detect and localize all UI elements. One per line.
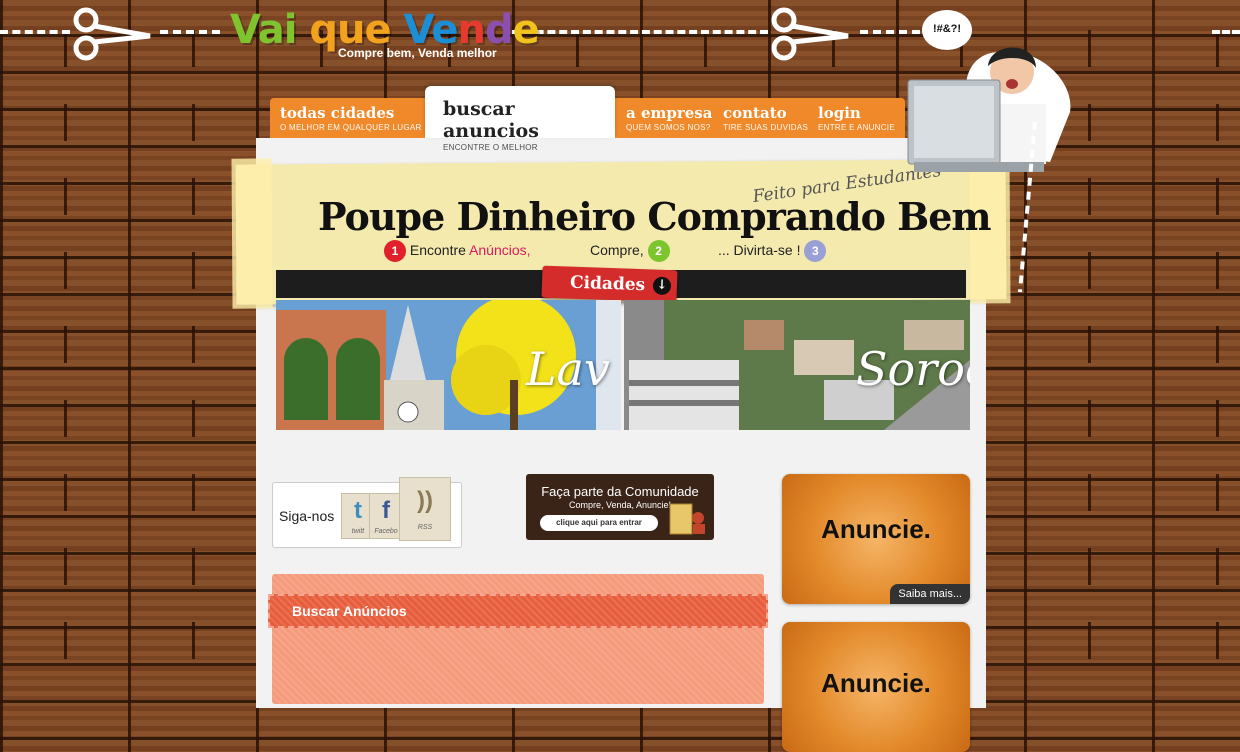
tab-sublabel: o melhor em qualquer lugar	[280, 123, 422, 132]
search-ads-header: Buscar Anúncios	[268, 594, 768, 628]
cut-line-edge	[1212, 30, 1240, 34]
tab-label: a empresa	[626, 104, 713, 122]
site-tagline: Compre bem, Venda melhor	[338, 46, 497, 60]
community-title: Faça parte da Comunidade	[541, 484, 699, 499]
tab-label: buscar anuncios	[443, 98, 539, 142]
step-number: 2	[647, 240, 670, 262]
ad-text: Anuncie.	[821, 514, 931, 544]
step-1: 1 Encontre Anúncios,	[384, 240, 531, 262]
ad-slot[interactable]: Anuncie.	[782, 622, 970, 752]
city-name-2: Soroc	[856, 342, 970, 396]
tab-sublabel: encontre o melhor	[443, 143, 538, 152]
cut-line-right	[512, 30, 768, 34]
frustrated-girl-illustration	[907, 47, 1071, 293]
step-text: ... Divirta-se !	[718, 242, 801, 258]
saiba-mais-button[interactable]: Saiba mais...	[890, 584, 970, 604]
step-number: 3	[804, 240, 827, 262]
step-number: 1	[384, 240, 406, 262]
facebook-caption: Facebo	[374, 528, 398, 535]
rss-button[interactable]: )) RSS	[399, 477, 451, 541]
step-3: ... Divirta-se ! 3	[718, 240, 827, 262]
logo-letter: Vai	[230, 7, 310, 53]
banner-headline: Poupe Dinheiro Comprando Bem	[318, 194, 992, 239]
step-highlight: Anúncios,	[469, 242, 531, 258]
scissors-icon	[73, 7, 151, 61]
city-photo-strip[interactable]: Lav Soroc	[276, 300, 970, 430]
cut-line-left	[0, 30, 70, 34]
cidades-label: Cidades	[569, 272, 646, 296]
rss-icon: ))	[417, 487, 433, 514]
tab-label: todas cidades	[280, 104, 395, 122]
community-banner[interactable]: Faça parte da Comunidade Compre, Venda, …	[526, 474, 714, 540]
step-text: Encontre	[409, 242, 470, 258]
tape-left	[231, 158, 273, 309]
tab-label: contato	[723, 104, 787, 122]
search-ads-title: Buscar Anúncios	[292, 603, 407, 619]
logo-letter: e	[512, 7, 540, 53]
city-name-1: Lav	[526, 342, 610, 396]
tab-sublabel: quem somos nos?	[626, 123, 711, 132]
facebook-icon: f	[382, 497, 390, 524]
facebook-button[interactable]: f Facebo	[369, 493, 403, 539]
tab-sublabel: entre e anuncie	[818, 123, 895, 132]
tab-buscar-anuncios[interactable]: buscar anuncios encontre o melhor	[425, 86, 615, 152]
cidades-button[interactable]: Cidades ↓	[541, 265, 678, 303]
social-follow-box: Siga-nos t twitt f Facebo )) RSS	[272, 477, 462, 548]
social-label: Siga-nos	[279, 508, 335, 524]
tab-contato[interactable]: contato tire suas duvidas	[723, 98, 818, 138]
arrow-down-icon: ↓	[652, 276, 672, 296]
step-text: Compre,	[590, 242, 644, 258]
tab-a-empresa[interactable]: a empresa quem somos nos?	[626, 98, 721, 138]
step-2: Compre, 2	[590, 240, 670, 262]
ad-text: Anuncie.	[821, 668, 931, 698]
tab-sublabel: tire suas duvidas	[723, 123, 809, 132]
tab-login[interactable]: login entre e anuncie	[818, 98, 903, 138]
community-enter-button[interactable]: clique aqui para entrar	[540, 515, 658, 531]
scissors-icon	[771, 7, 849, 61]
cut-line-middle	[160, 30, 220, 34]
tab-label: login	[818, 104, 861, 122]
book-icon	[669, 503, 705, 535]
tab-todas-cidades[interactable]: todas cidades o melhor em qualquer lugar	[280, 98, 430, 138]
ad-slot[interactable]: Anuncie. Saiba mais...	[782, 474, 970, 604]
rss-caption: RSS	[417, 524, 433, 531]
